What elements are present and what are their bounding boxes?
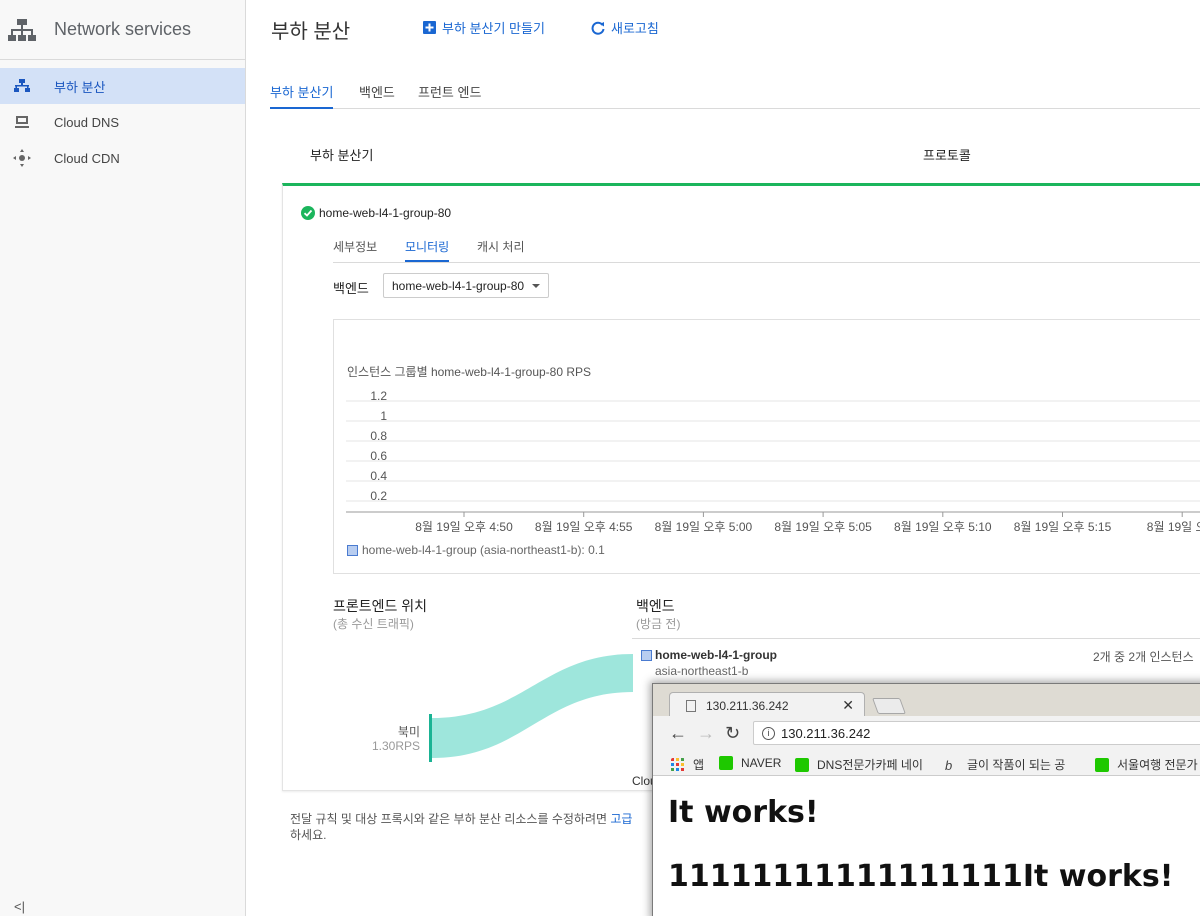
dns-icon [13,113,31,131]
apps-grid-icon [671,757,684,771]
traffic-flow-diagram [429,654,633,762]
naver-icon [719,756,733,770]
page-icon [686,699,696,712]
browser-window: 130.211.36.242 ✕ ← → ↻ i 130.211.36.242 … [652,683,1200,916]
x-tick-label: 8월 19일 오후 5:10 [894,520,992,534]
bookmark-dns-cafe[interactable]: DNS전문가카페 네이 [795,756,923,773]
sidebar-header: Network services [0,0,245,60]
browser-toolbar: ← → ↻ i 130.211.36.242 [653,716,1200,750]
sidebar-item-label: Cloud CDN [54,150,120,166]
x-tick-label: 8월 19일 오후 5:05 [774,520,872,534]
frontend-node-bar [429,714,432,762]
column-header-protocol[interactable]: 프로토콜 [923,145,971,164]
create-load-balancer-button[interactable]: 부하 분산기 만들기 [423,18,545,37]
close-tab-icon[interactable]: ✕ [842,697,854,714]
bookmark-label: NAVER [741,756,782,770]
browser-tab[interactable]: 130.211.36.242 ✕ [669,692,865,718]
bookmark-naver[interactable]: NAVER [719,756,781,770]
traffic-flow-band [432,654,633,758]
tab-frontends[interactable]: 프런트 엔드 [418,82,481,109]
refresh-button[interactable]: 새로고침 [591,18,659,37]
x-tick-label: 8월 19일 오후 5:15 [1014,520,1112,534]
bookmark-seoul-travel[interactable]: 서울여행 전문가 [1095,756,1198,773]
refresh-icon [591,21,605,35]
backend-group-row[interactable]: home-web-l4-1-group [641,648,777,662]
new-tab-button[interactable] [872,698,906,714]
back-arrow-icon[interactable]: ← [669,723,687,744]
column-header-name[interactable]: 부하 분산기 [310,145,373,164]
load-balancer-icon [13,77,31,95]
sidebar-nav: 부하 분산 Cloud DNS Cloud CDN [0,68,245,176]
refresh-label: 새로고침 [611,21,659,36]
x-tick-label: 8월 19일 오후 [1147,520,1200,534]
forward-arrow-icon[interactable]: → [697,723,715,744]
browser-tab-title: 130.211.36.242 [706,698,789,713]
tab-load-balancers[interactable]: 부하 분산기 [270,82,334,109]
network-services-icon [8,18,36,41]
main-tabs: 부하 분산기 백엔드 프런트 엔드 [270,82,1200,109]
sidebar-item-label: Cloud DNS [54,114,120,130]
collapse-sidebar-button[interactable]: <| [14,899,25,914]
sidebar-item-load-balancing[interactable]: 부하 분산 [0,68,245,104]
page-header: 부하 분산 부하 분산기 만들기 새로고침 [247,0,1200,56]
backend-instance-count: 2개 중 2개 인스턴스 [1093,650,1194,664]
page-heading-2: 11111111111111111It works! [668,859,1174,894]
location-name: 북미 [397,725,420,739]
sidebar-item-label: 부하 분산 [54,79,106,95]
footnote-text: 전달 규칙 및 대상 프록시와 같은 부하 분산 리소스를 수정하려면 [290,812,611,826]
bookmark-apps[interactable]: 앱 [671,756,704,773]
advanced-link[interactable]: 고급 [610,812,632,826]
bookmark-brunch[interactable]: b 글이 작품이 되는 공 [945,756,1065,773]
x-tick-label: 8월 19일 오후 5:00 [655,520,753,534]
bookmark-label: 글이 작품이 되는 공 [967,758,1066,772]
divider [632,638,1200,639]
bookmark-label: DNS전문가카페 네이 [817,758,923,772]
address-text: 130.211.36.242 [781,725,871,741]
sidebar-item-cloud-dns[interactable]: Cloud DNS [0,104,245,140]
info-icon[interactable]: i [762,726,775,740]
browser-tab-bar: 130.211.36.242 ✕ [653,684,1200,718]
create-label: 부하 분산기 만들기 [442,21,545,36]
bookmark-label: 서울여행 전문가 [1117,758,1198,772]
address-bar[interactable]: i 130.211.36.242 [753,721,1200,745]
app: Network services 부하 분산 Cloud DNS Cloud C… [0,0,1200,916]
bookmarks-bar: 앱 NAVER DNS전문가카페 네이 b 글이 작품이 되는 공 서울여행 전… [653,750,1200,776]
footnote: 전달 규칙 및 대상 프록시와 같은 부하 분산 리소스를 수정하려면 고급 하… [290,811,650,843]
add-icon [423,21,436,34]
brunch-icon: b [945,757,953,773]
page-title: 부하 분산 [271,21,351,43]
reload-icon[interactable]: ↻ [725,723,740,744]
footnote-text-2: 하세요. [290,828,327,842]
page-heading-1: It works! [668,795,819,830]
cdn-icon [13,149,31,167]
bookmark-label: 앱 [693,758,705,772]
backend-region: asia-northeast1-b [655,664,749,678]
sidebar-item-cloud-cdn[interactable]: Cloud CDN [0,140,245,176]
sidebar: Network services 부하 분산 Cloud DNS Cloud C… [0,0,246,916]
browser-page-content: It works! 11111111111111111It works! [653,777,1200,916]
backend-group-name: home-web-l4-1-group [655,648,777,662]
cafe-icon [1095,757,1109,772]
cafe-icon [795,757,809,772]
sidebar-title: Network services [54,19,192,39]
location-rps: 1.30RPS [371,739,420,753]
tab-backends[interactable]: 백엔드 [359,82,395,109]
